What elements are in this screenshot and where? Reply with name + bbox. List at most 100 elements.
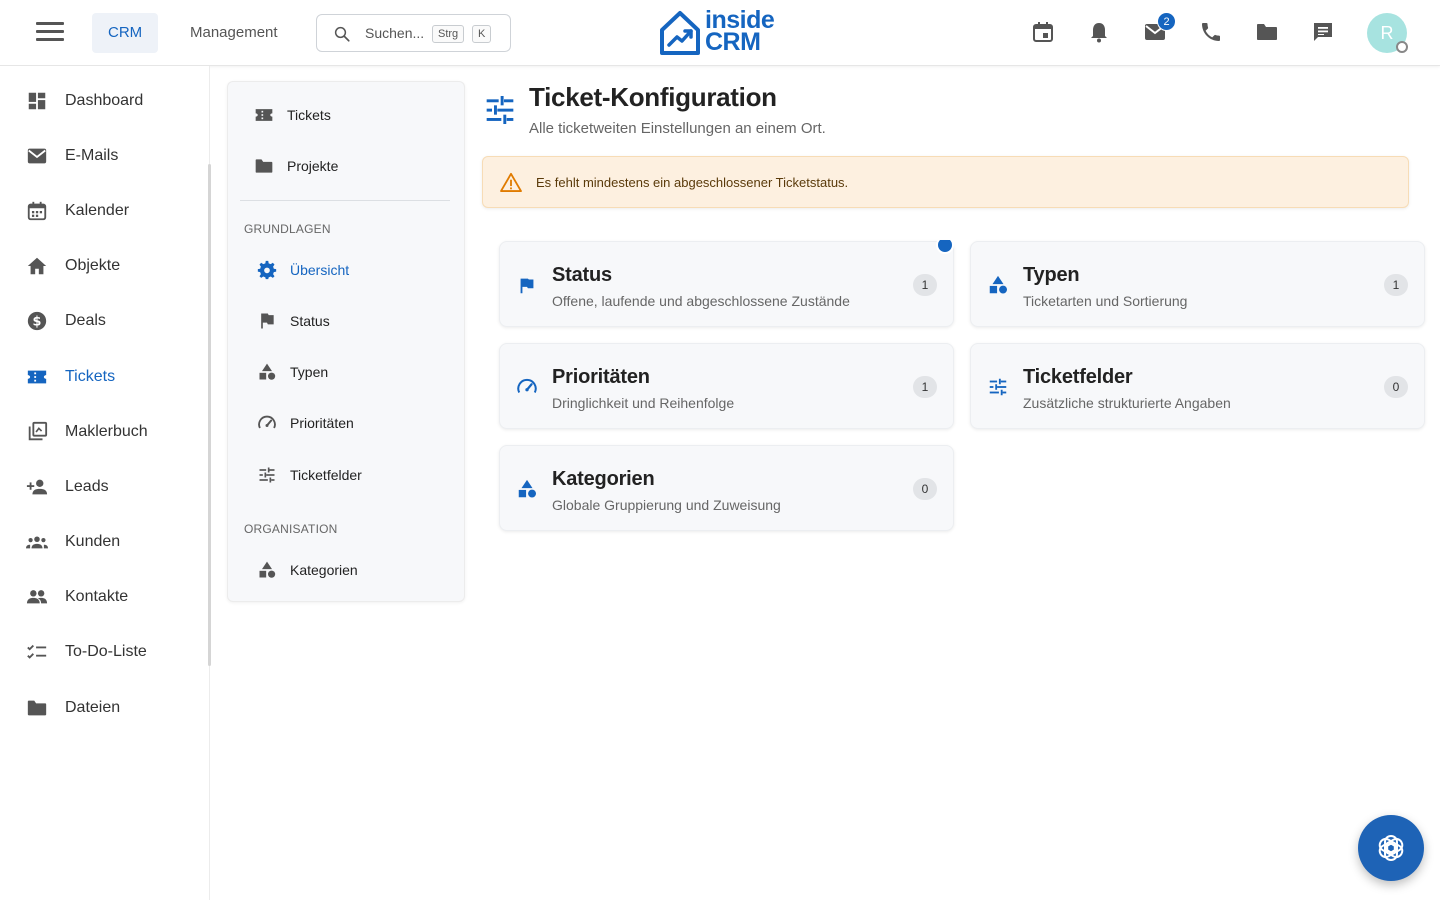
- config-card-status[interactable]: Status Offene, laufende und abgeschlosse…: [499, 241, 954, 327]
- subnav-item-prioritaeten[interactable]: Prioritäten: [240, 403, 454, 443]
- section-title-organisation: ORGANISATION: [244, 522, 338, 536]
- card-title: Ticketfelder: [1023, 366, 1133, 388]
- tune-icon: [989, 378, 1007, 396]
- sidebar-item-dashboard[interactable]: Dashboard: [0, 79, 208, 123]
- library-icon: [28, 421, 48, 441]
- sidebar-item-label: E-Mails: [65, 147, 119, 164]
- card-count-badge: 0: [913, 478, 937, 500]
- config-card-prioritaeten[interactable]: Prioritäten Dringlichkeit und Reihenfolg…: [499, 343, 954, 429]
- sidebar-item-label: Objekte: [65, 257, 121, 274]
- calendar-icon: [27, 201, 47, 221]
- folder-icon: [255, 159, 273, 173]
- config-card-typen[interactable]: Typen Ticketarten und Sortierung 1: [970, 241, 1425, 327]
- sidebar-item-label: Dateien: [65, 699, 121, 716]
- sidebar-item-label: Kunden: [65, 533, 121, 550]
- gear-icon: [257, 260, 277, 280]
- sidebar: Dashboard E-Mails Kalender Objekte $ Dea…: [0, 66, 210, 900]
- search-input[interactable]: Suchen... Strg K: [316, 14, 511, 52]
- sidebar-item-emails[interactable]: E-Mails: [0, 134, 208, 178]
- dashboard-icon: [28, 92, 46, 110]
- card-count-badge: 1: [913, 274, 937, 296]
- tab-management[interactable]: Management: [174, 13, 294, 53]
- ai-assistant-button[interactable]: [1358, 815, 1424, 881]
- section-title-grundlagen: GRUNDLAGEN: [244, 222, 331, 236]
- shortcut-key-k: K: [472, 25, 492, 43]
- category-icon: [989, 275, 1007, 294]
- card-title: Kategorien: [552, 468, 655, 490]
- flag-icon: [261, 313, 274, 329]
- sidebar-item-dateien[interactable]: Dateien: [0, 686, 208, 730]
- ticket-subnav: Tickets Projekte GRUNDLAGEN Übersicht St…: [227, 81, 465, 602]
- card-count-badge: 1: [913, 376, 937, 398]
- tune-icon: [259, 467, 275, 483]
- page-subtitle: Alle ticketweiten Einstellungen an einem…: [529, 120, 826, 137]
- sidebar-item-label: To-Do-Liste: [65, 643, 147, 660]
- subnav-item-uebersicht[interactable]: Übersicht: [240, 250, 454, 290]
- sidebar-item-kunden[interactable]: Kunden: [0, 520, 208, 564]
- avatar-status-indicator: [1396, 41, 1408, 53]
- subnav-item-label: Kategorien: [290, 562, 358, 578]
- config-card-ticketfelder[interactable]: Ticketfelder Zusätzliche strukturierte A…: [970, 343, 1425, 429]
- shortcut-key-ctrl: Strg: [432, 25, 465, 43]
- mail-icon: [27, 148, 47, 164]
- mail-badge: 2: [1157, 12, 1176, 31]
- sidebar-item-deals[interactable]: $ Deals: [0, 299, 208, 343]
- card-indicator-dot: [936, 240, 954, 254]
- calendar-icon[interactable]: [1031, 20, 1055, 44]
- sidebar-item-label: Maklerbuch: [65, 423, 148, 440]
- page-title: Ticket-Konfiguration: [529, 82, 777, 112]
- sidebar-item-label: Tickets: [65, 368, 116, 385]
- ticket-icon: [255, 109, 273, 121]
- sidebar-item-kontakte[interactable]: Kontakte: [0, 575, 208, 619]
- dollar-icon: $: [27, 311, 47, 331]
- subnav-divider: [240, 200, 450, 201]
- subnav-item-projekte[interactable]: Projekte: [240, 146, 454, 186]
- sidebar-item-maklerbuch[interactable]: Maklerbuch: [0, 410, 208, 454]
- alert-message: Es fehlt mindestens ein abgeschlossener …: [536, 175, 849, 190]
- subnav-item-label: Status: [290, 313, 330, 329]
- warning-icon: [500, 172, 522, 192]
- checklist-icon: [27, 644, 47, 659]
- app-logo[interactable]: inside CRM: [658, 8, 782, 58]
- people-icon: [26, 590, 48, 604]
- subnav-item-label: Typen: [290, 364, 329, 380]
- sidebar-item-objekte[interactable]: Objekte: [0, 244, 208, 288]
- subnav-item-kategorien[interactable]: Kategorien: [240, 550, 454, 590]
- card-title: Typen: [1023, 264, 1080, 286]
- subnav-item-tickets[interactable]: Tickets: [240, 95, 454, 135]
- category-icon: [259, 363, 276, 380]
- sidebar-item-tickets[interactable]: Tickets: [0, 355, 208, 399]
- person-add-icon: [26, 479, 48, 495]
- tune-icon: [486, 96, 514, 124]
- speed-icon: [258, 415, 276, 429]
- card-title: Prioritäten: [552, 366, 650, 388]
- phone-icon[interactable]: [1199, 20, 1223, 44]
- ticket-icon: [27, 370, 47, 384]
- card-description: Dringlichkeit und Reihenfolge: [552, 395, 735, 411]
- flag-icon: [520, 278, 534, 294]
- sidebar-item-todo[interactable]: To-Do-Liste: [0, 630, 208, 674]
- logo-text: inside CRM: [705, 8, 775, 55]
- config-card-kategorien[interactable]: Kategorien Globale Gruppierung und Zuwei…: [499, 445, 954, 531]
- subnav-item-ticketfelder[interactable]: Ticketfelder: [240, 455, 454, 495]
- subnav-item-label: Übersicht: [290, 262, 350, 278]
- bell-icon[interactable]: [1087, 20, 1111, 44]
- subnav-item-typen[interactable]: Typen: [240, 352, 454, 392]
- subnav-item-label: Tickets: [287, 107, 331, 123]
- sidebar-item-label: Deals: [65, 312, 106, 329]
- sidebar-item-kalender[interactable]: Kalender: [0, 189, 208, 233]
- folder-icon[interactable]: [1255, 20, 1279, 44]
- subnav-item-status[interactable]: Status: [240, 301, 454, 341]
- sidebar-item-leads[interactable]: Leads: [0, 465, 208, 509]
- menu-icon[interactable]: [36, 22, 64, 44]
- search-placeholder: Suchen...: [365, 25, 425, 41]
- folder-icon: [27, 700, 47, 716]
- sidebar-item-label: Kontakte: [65, 588, 129, 605]
- chat-icon[interactable]: [1311, 20, 1335, 44]
- sidebar-scrollbar[interactable]: [208, 164, 211, 666]
- card-title: Status: [552, 264, 612, 286]
- card-description: Zusätzliche strukturierte Angaben: [1023, 395, 1231, 411]
- tab-crm[interactable]: CRM: [92, 13, 159, 53]
- sidebar-item-label: Leads: [65, 478, 109, 495]
- card-count-badge: 1: [1384, 274, 1408, 296]
